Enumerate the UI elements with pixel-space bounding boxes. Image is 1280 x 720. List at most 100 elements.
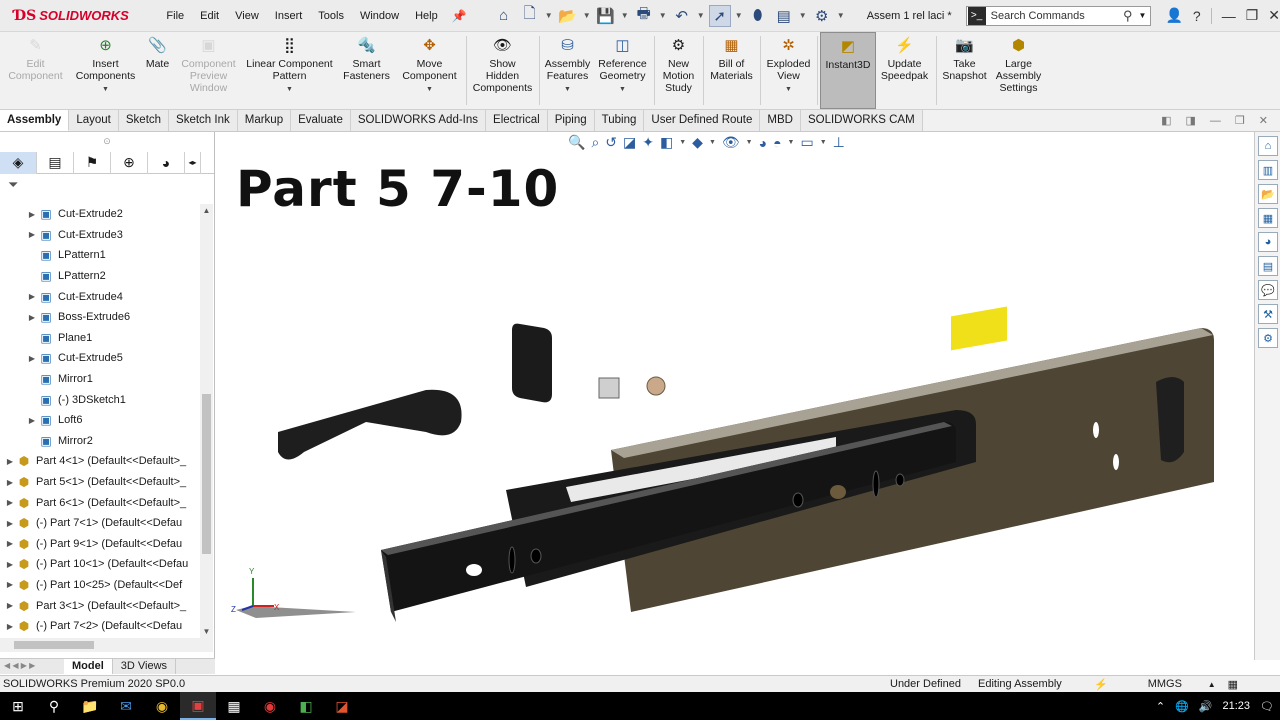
clock[interactable]: 21:23 xyxy=(1223,700,1251,712)
assembly-features-dropdown-icon[interactable]: ▼ xyxy=(564,84,571,96)
doc-restore-icon[interactable]: ❐ xyxy=(1235,114,1245,127)
tab-solidworks-addins[interactable]: SOLIDWORKS Add-Ins xyxy=(350,110,487,131)
tab-user-defined-route[interactable]: User Defined Route xyxy=(644,110,761,131)
expand-arrow-icon[interactable]: ▶ xyxy=(4,539,16,548)
expand-arrow-icon[interactable]: ▶ xyxy=(26,210,38,219)
design-library-icon[interactable]: ▥ xyxy=(1258,160,1278,180)
notifications-icon[interactable]: 🗨 xyxy=(1260,700,1274,713)
view-palette-icon[interactable]: ▦ xyxy=(1258,208,1278,228)
menu-help[interactable]: Help xyxy=(407,1,446,31)
search-dropdown-icon[interactable]: ▼ xyxy=(1139,11,1147,20)
bill-of-materials-button[interactable]: ▦ Bill of Materials xyxy=(706,32,758,109)
tree-item[interactable]: ▶ ⬢ Part 3<1> (Default<<Default>_ xyxy=(0,595,200,616)
smart-fasteners-button[interactable]: 🔩 Smart Fasteners xyxy=(338,32,396,109)
new-motion-study-button[interactable]: ⚙ New Motion Study xyxy=(657,32,701,109)
exploded-view-button[interactable]: ✲ Exploded View ▼ xyxy=(763,32,815,109)
tree-item[interactable]: ▶ ⬢ (-) Part 9<1> (Default<<Defau xyxy=(0,534,200,555)
tree-item[interactable]: ▶ ⬢ (-) Part 7<2> (Default<<Defau xyxy=(0,616,200,637)
new-dropdown-icon[interactable]: ▼ xyxy=(545,11,553,20)
open-dropdown-icon[interactable]: ▼ xyxy=(583,11,591,20)
assembly-features-button[interactable]: ⛁ Assembly Features ▼ xyxy=(542,32,594,109)
filter-icon[interactable]: ⏷ xyxy=(0,174,214,196)
update-speedpak-button[interactable]: ⚡ Update Speedpak xyxy=(876,32,934,109)
solidworks-resources-icon[interactable]: ⌂ xyxy=(1258,136,1278,156)
menu-file[interactable]: File xyxy=(158,1,192,31)
network-icon[interactable]: 🌐 xyxy=(1175,700,1189,713)
tree-item[interactable]: ▶ ▣ Cut-Extrude3 xyxy=(0,225,200,246)
custom-properties-icon[interactable]: ▤ xyxy=(1258,256,1278,276)
show-hidden-icons-icon[interactable]: ⌃ xyxy=(1156,700,1165,713)
tab-piping[interactable]: Piping xyxy=(547,110,595,131)
expand-arrow-icon[interactable]: ▶ xyxy=(4,622,16,631)
tab-tubing[interactable]: Tubing xyxy=(594,110,645,131)
close-icon[interactable]: ✕ xyxy=(1268,7,1280,24)
expand-arrow-icon[interactable]: ▶ xyxy=(26,292,38,301)
undo-dropdown-icon[interactable]: ▼ xyxy=(697,11,705,20)
component-preview-window-button[interactable]: ▣ Component Preview Window xyxy=(176,32,242,109)
tree-item[interactable]: ▶ ⬢ (-) Part 7<1> (Default<<Defau xyxy=(0,513,200,534)
home-icon[interactable]: ⌂ xyxy=(493,5,515,27)
linear-component-pattern-button[interactable]: ⣿ Linear Component Pattern ▼ xyxy=(242,32,338,109)
search-icon[interactable]: ⚲ xyxy=(36,692,72,720)
scroll-up-icon[interactable]: ▲ xyxy=(200,206,213,215)
insert-components-button[interactable]: ⊕ Insert Components ▼ xyxy=(72,32,140,109)
mate-button[interactable]: 📎 Mate xyxy=(140,32,176,109)
expand-arrow-icon[interactable]: ▶ xyxy=(26,416,38,425)
graphics-area[interactable]: 🔍 ⌕ ↺ ◪ ✦ ◧ ▼ ◆ ▼ 👁 ▼ ◕ ◓ ▼ ▭ ▼ ⊥ Part 5 7-10 xyxy=(216,132,1254,660)
select-pointer-icon[interactable]: ➚ xyxy=(708,4,731,27)
bushing-part[interactable] xyxy=(598,377,620,399)
minimize-icon[interactable]: — xyxy=(1222,8,1236,24)
toolbox-icon[interactable]: ⚒ xyxy=(1258,304,1278,324)
options-gear-icon[interactable]: ⚙ xyxy=(811,5,833,27)
reference-geometry-button[interactable]: ◫ Reference Geometry ▼ xyxy=(594,32,652,109)
help-icon[interactable]: ? xyxy=(1193,8,1201,24)
pin-menu-icon[interactable]: 📌 xyxy=(452,9,467,23)
tab-mbd[interactable]: MBD xyxy=(760,110,801,131)
tab-3d-views[interactable]: 3D Views xyxy=(113,659,177,674)
tree-item[interactable]: ▶ ⬢ Part 6<1> (Default<<Default>_ xyxy=(0,492,200,513)
tab-electrical[interactable]: Electrical xyxy=(486,110,548,131)
tree-item[interactable]: ▶ ⬢ Part 4<1> (Default<<Default>_ xyxy=(0,451,200,472)
print-dropdown-icon[interactable]: ▼ xyxy=(659,11,667,20)
print-icon[interactable]: 🖶 xyxy=(633,5,655,27)
expand-arrow-icon[interactable]: ▶ xyxy=(26,313,38,322)
unit-system[interactable]: MMGS xyxy=(1148,678,1208,690)
latch-lever-part[interactable] xyxy=(278,389,462,460)
tab-layout[interactable]: Layout xyxy=(69,110,119,131)
tab-nav-arrows-icon[interactable]: ◀ ◀ ▶ ▶ xyxy=(0,659,64,674)
mail-icon[interactable]: ✉ xyxy=(108,692,144,720)
tabs-scroll-arrows-icon[interactable]: ◂▸ xyxy=(185,151,201,174)
search-commands-input[interactable]: Search Commands xyxy=(991,10,1123,22)
tree-item[interactable]: ▣ LPattern2 xyxy=(0,266,200,287)
expand-arrow-icon[interactable]: ▶ xyxy=(26,354,38,363)
doc-close-icon[interactable]: ✕ xyxy=(1259,114,1268,127)
recorder-icon[interactable]: ◉ xyxy=(252,692,288,720)
tree-item[interactable]: ▣ Mirror1 xyxy=(0,369,200,390)
tree-horizontal-scrollbar[interactable] xyxy=(0,638,213,652)
solidworks-taskbar-icon[interactable]: ▣ xyxy=(180,692,216,720)
solidworks-logo[interactable]: ƊS SOLIDWORKS xyxy=(0,8,148,24)
hscroll-thumb[interactable] xyxy=(14,641,94,649)
file-explorer-taskbar-icon[interactable]: 📁 xyxy=(72,692,108,720)
expand-arrow-icon[interactable]: ▶ xyxy=(4,457,16,466)
tree-item[interactable]: ▣ Plane1 xyxy=(0,328,200,349)
tree-item[interactable]: ▶ ▣ Boss-Extrude6 xyxy=(0,307,200,328)
instant3d-button[interactable]: ◩ Instant3D xyxy=(820,32,876,109)
tree-item[interactable]: ▣ Mirror2 xyxy=(0,431,200,452)
insert-components-dropdown-icon[interactable]: ▼ xyxy=(102,84,109,96)
property-manager-tab-icon[interactable]: ▤ xyxy=(37,151,74,174)
panel-grip-icon[interactable]: ⊙ xyxy=(0,132,214,152)
undo-icon[interactable]: ↶ xyxy=(671,5,693,27)
tree-item[interactable]: ▣ (-) 3DSketch1 xyxy=(0,389,200,410)
customize-status-icon[interactable]: ▦ xyxy=(1228,678,1238,691)
file-explorer-icon[interactable]: 📂 xyxy=(1258,184,1278,204)
edit-component-button[interactable]: ✎ Edit Component xyxy=(0,32,72,109)
tab-sketch-ink[interactable]: Sketch Ink xyxy=(169,110,238,131)
scroll-down-icon[interactable]: ▼ xyxy=(200,627,213,636)
volume-icon[interactable]: 🔊 xyxy=(1199,700,1213,713)
tree-item[interactable]: ▣ LPattern1 xyxy=(0,245,200,266)
chrome-icon[interactable]: ◉ xyxy=(144,692,180,720)
menu-tools[interactable]: Tools xyxy=(310,1,352,31)
calculator-icon[interactable]: ▦ xyxy=(216,692,252,720)
user-account-icon[interactable]: 👤 xyxy=(1165,7,1182,24)
